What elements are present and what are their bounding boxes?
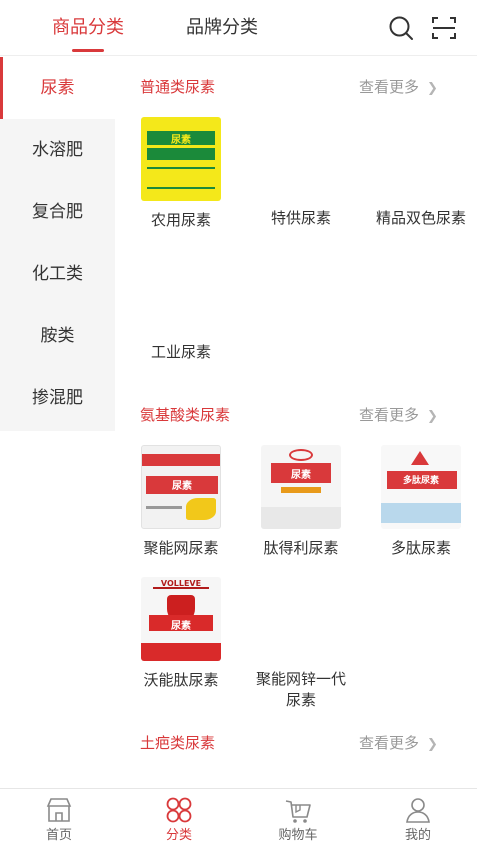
- product-card[interactable]: VOLLEVE 尿素 沃能肽尿素: [121, 577, 241, 691]
- top-header: 商品分类 品牌分类: [0, 0, 477, 56]
- product-name: 特供尿素: [270, 209, 331, 227]
- user-icon: [406, 798, 430, 823]
- product-content: 普通类尿素 查看更多 ❯ 尿素 农用尿素 特供尿素 精品双色尿素 工业尿素 氨基酸…: [115, 57, 477, 788]
- chevron-right-icon: ❯: [427, 409, 438, 424]
- product-name: 沃能肽尿素: [143, 671, 219, 689]
- view-more-label: 查看更多: [359, 78, 420, 96]
- tab-brand-category[interactable]: 品牌分类: [186, 16, 258, 40]
- product-name: 农用尿素: [150, 211, 211, 229]
- section-title: 普通类尿素: [140, 78, 216, 96]
- sidebar-item-label: 掺混肥: [32, 388, 83, 408]
- shop-icon: [46, 798, 72, 822]
- sidebar-item-amines[interactable]: 胺类: [0, 305, 115, 367]
- product-name: 精品双色尿素: [375, 209, 466, 227]
- nav-label: 分类: [165, 828, 192, 843]
- product-image: 尿素: [259, 445, 343, 529]
- product-card[interactable]: 尿素 肽得利尿素: [241, 445, 361, 559]
- view-more-label: 查看更多: [359, 406, 420, 424]
- view-more-label: 查看更多: [359, 734, 420, 752]
- section-title: 氨基酸类尿素: [140, 406, 231, 424]
- search-icon[interactable]: [387, 14, 415, 42]
- cart-icon: [285, 800, 311, 823]
- sidebar-item-urea[interactable]: 尿素: [0, 57, 115, 119]
- view-more-link[interactable]: 查看更多 ❯: [359, 405, 438, 427]
- product-card[interactable]: 尿素 农用尿素: [121, 117, 241, 231]
- tab-product-category[interactable]: 商品分类: [52, 16, 124, 40]
- product-card[interactable]: 特供尿素: [241, 208, 361, 229]
- nav-label: 我的: [404, 828, 431, 843]
- nav-cart[interactable]: 购物车: [258, 795, 338, 845]
- product-image: 尿素: [139, 445, 223, 529]
- sidebar-item-label: 复合肥: [32, 202, 83, 222]
- active-tab-indicator: [72, 49, 104, 52]
- sidebar-item-chemical[interactable]: 化工类: [0, 243, 115, 305]
- nav-home[interactable]: 首页: [19, 795, 99, 845]
- scan-icon[interactable]: [430, 14, 458, 42]
- view-more-link[interactable]: 查看更多 ❯: [359, 77, 438, 99]
- nav-label: 购物车: [278, 828, 318, 843]
- category-icon: [166, 797, 192, 823]
- sidebar-item-compound[interactable]: 复合肥: [0, 181, 115, 243]
- nav-profile[interactable]: 我的: [378, 795, 458, 845]
- sidebar-item-label: 尿素: [40, 78, 75, 98]
- product-card[interactable]: 工业尿素: [121, 342, 241, 363]
- product-image: VOLLEVE 尿素: [139, 577, 223, 661]
- bottom-nav: 首页 分类 购物车 我的: [0, 788, 477, 850]
- chevron-right-icon: ❯: [427, 737, 438, 752]
- nav-label: 首页: [45, 828, 72, 843]
- active-category-marker: [0, 57, 3, 119]
- sidebar-item-label: 化工类: [32, 264, 83, 284]
- product-name: 聚能网尿素: [143, 539, 219, 557]
- product-image: 多肽尿素: [379, 445, 463, 529]
- product-image: 尿素: [139, 117, 223, 201]
- product-card[interactable]: 精品双色尿素: [361, 208, 477, 229]
- sidebar-item-water-soluble[interactable]: 水溶肥: [0, 119, 115, 181]
- sidebar-item-blended[interactable]: 掺混肥: [0, 367, 115, 429]
- sidebar-item-label: 水溶肥: [32, 140, 83, 160]
- product-name: 肽得利尿素: [263, 539, 339, 557]
- chevron-right-icon: ❯: [427, 81, 438, 96]
- product-name: 聚能网锌一代尿素: [255, 670, 346, 709]
- category-sidebar: 尿素 水溶肥 复合肥 化工类 胺类 掺混肥: [0, 57, 115, 431]
- product-name: 工业尿素: [150, 343, 211, 361]
- product-name: 多肽尿素: [390, 539, 451, 557]
- sidebar-item-label: 胺类: [40, 326, 75, 346]
- product-card[interactable]: 聚能网锌一代尿素: [241, 669, 361, 711]
- product-card[interactable]: 多肽尿素 多肽尿素: [361, 445, 477, 559]
- nav-category[interactable]: 分类: [139, 795, 219, 845]
- section-title: 土疤类尿素: [140, 734, 216, 752]
- product-card[interactable]: 尿素 聚能网尿素: [121, 445, 241, 559]
- view-more-link[interactable]: 查看更多 ❯: [359, 733, 438, 755]
